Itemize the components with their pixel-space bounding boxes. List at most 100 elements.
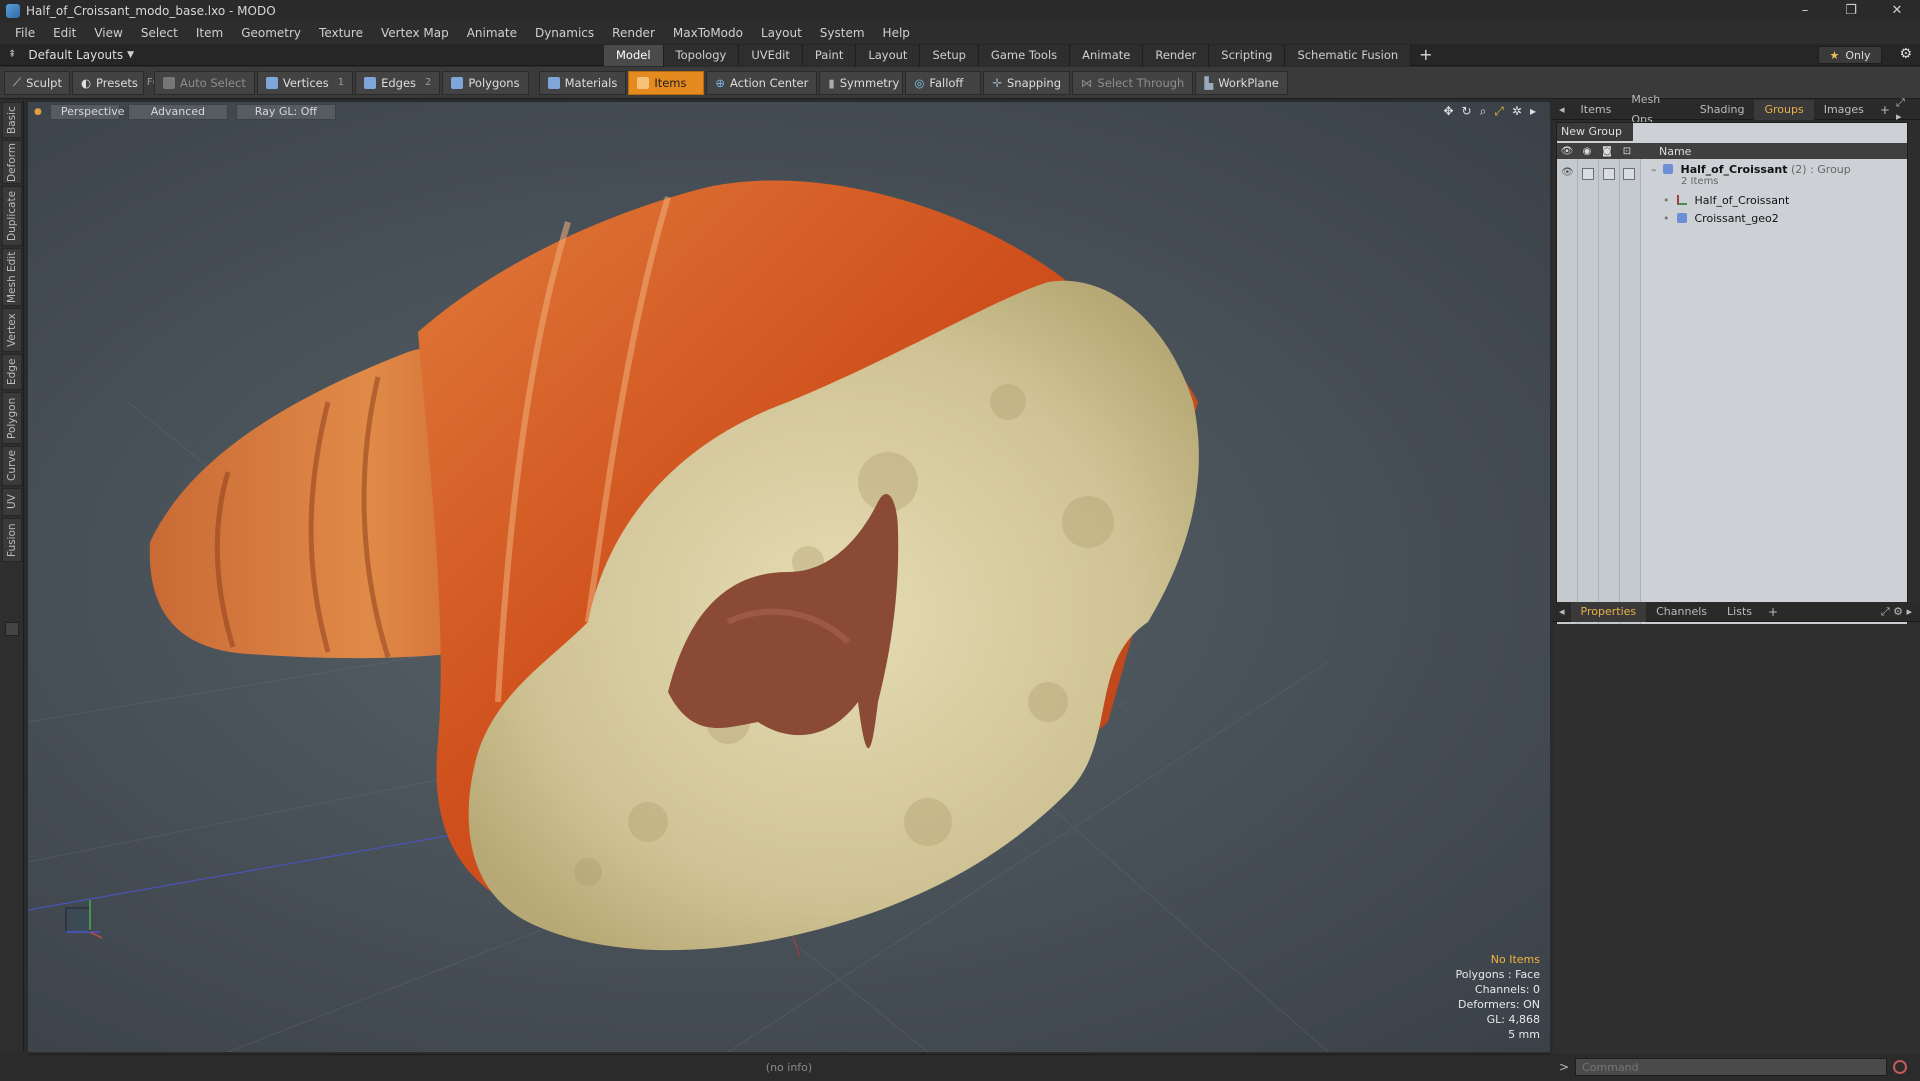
minimize-button[interactable]: –	[1782, 0, 1828, 22]
rotate-icon[interactable]: ↻	[1462, 104, 1472, 119]
tab-model[interactable]: Model	[604, 45, 664, 66]
group-child-row[interactable]: • Croissant_geo2	[1557, 209, 1907, 227]
presets-button[interactable]: ◐ Presets F6	[72, 70, 159, 95]
panel-expand-icon[interactable]: ⤢ ▸	[1896, 96, 1920, 123]
menu-texture[interactable]: Texture	[310, 22, 372, 44]
vtab-deform[interactable]: Deform	[2, 140, 22, 184]
select-through-button[interactable]: ⋈ Select Through	[1072, 70, 1194, 95]
tab-channels[interactable]: Channels	[1646, 602, 1717, 622]
menu-system[interactable]: System	[811, 22, 874, 44]
tab-images[interactable]: Images	[1814, 100, 1874, 120]
only-toggle-button[interactable]: ★ Only	[1818, 46, 1882, 64]
tab-setup[interactable]: Setup	[920, 45, 979, 66]
panel-menu-icon[interactable]: ◂	[1553, 103, 1571, 116]
props-expand-icon[interactable]: ⤢ ⚙ ▸	[1881, 605, 1920, 619]
falloff-button[interactable]: ◎ Falloff	[905, 70, 982, 95]
tab-scripting[interactable]: Scripting	[1209, 45, 1286, 66]
vtab-polygon[interactable]: Polygon	[2, 392, 22, 444]
shading-dropdown[interactable]: Advanced	[127, 104, 228, 120]
props-menu-icon[interactable]: ◂	[1553, 605, 1571, 618]
tab-schematic-fusion[interactable]: Schematic Fusion	[1285, 45, 1412, 66]
polygons-button[interactable]: Polygons	[442, 70, 529, 95]
tab-paint[interactable]: Paint	[802, 45, 857, 66]
tab-render[interactable]: Render	[1143, 45, 1210, 66]
add-panel-tab-icon[interactable]: +	[1874, 103, 1896, 117]
tab-animate[interactable]: Animate	[1070, 45, 1144, 66]
toolbox-toggle[interactable]	[5, 622, 19, 636]
edges-button[interactable]: Edges 2	[355, 70, 441, 95]
menu-select[interactable]: Select	[132, 22, 187, 44]
vtab-mesh-edit[interactable]: Mesh Edit	[2, 248, 22, 306]
restore-button[interactable]: ❐	[1828, 0, 1874, 22]
tab-shading[interactable]: Shading	[1690, 100, 1755, 120]
raygl-dropdown[interactable]: Ray GL: Off	[235, 104, 336, 120]
menu-layout[interactable]: Layout	[752, 22, 811, 44]
vtab-curve[interactable]: Curve	[2, 446, 22, 486]
collapse-arrow-icon[interactable]: ⇞	[8, 49, 16, 60]
render-column-icon[interactable]: ◉	[1577, 146, 1597, 157]
name-column-header[interactable]: Name	[1659, 145, 1691, 158]
materials-button[interactable]: Materials	[538, 70, 627, 95]
expand-minus-icon[interactable]: –	[1651, 163, 1657, 176]
pan-icon[interactable]: ✥	[1443, 104, 1453, 119]
expand-arrow-icon[interactable]: ▸	[1530, 104, 1536, 119]
add-tab-icon[interactable]: +	[1419, 44, 1432, 66]
vtab-basic[interactable]: Basic	[2, 102, 22, 138]
menu-view[interactable]: View	[85, 22, 131, 44]
menu-geometry[interactable]: Geometry	[232, 22, 310, 44]
group-row[interactable]: 👁 – Half_of_Croissant (2) : Group 2 Item…	[1557, 163, 1907, 189]
menu-dynamics[interactable]: Dynamics	[526, 22, 603, 44]
viewport-settings-icon[interactable]: ✲	[1512, 104, 1522, 119]
tab-topology[interactable]: Topology	[663, 45, 740, 66]
menu-help[interactable]: Help	[874, 22, 919, 44]
fit-icon[interactable]: ⤢	[1494, 104, 1504, 119]
menu-maxtomodo[interactable]: MaxToModo	[664, 22, 752, 44]
lock-column-icon[interactable]: ◙	[1597, 146, 1617, 157]
viewport-scene	[28, 180, 1329, 1052]
vtab-vertex[interactable]: Vertex	[2, 308, 22, 352]
symmetry-button[interactable]: ▮ Symmetry	[819, 70, 904, 95]
menu-edit[interactable]: Edit	[44, 22, 85, 44]
lock-toggle[interactable]	[1603, 168, 1615, 180]
record-macro-icon[interactable]	[1893, 1060, 1908, 1074]
visibility-column-icon[interactable]: 👁	[1557, 146, 1577, 157]
vtab-duplicate[interactable]: Duplicate	[2, 186, 22, 246]
vertices-button[interactable]: Vertices 1	[256, 70, 354, 95]
auto-select-button[interactable]: Auto Select	[154, 70, 255, 95]
vtab-edge[interactable]: Edge	[2, 354, 22, 390]
menu-file[interactable]: File	[6, 22, 44, 44]
visibility-eye-icon[interactable]: 👁	[1561, 167, 1574, 178]
items-button[interactable]: Items	[628, 70, 705, 95]
layout-preset-dropdown[interactable]: ⇞ Default Layouts ▼	[0, 48, 600, 62]
action-center-button[interactable]: ⊕ Action Center	[706, 70, 818, 95]
menu-animate[interactable]: Animate	[458, 22, 526, 44]
menu-vertex-map[interactable]: Vertex Map	[372, 22, 458, 44]
command-input[interactable]	[1575, 1058, 1888, 1076]
view-type-dropdown[interactable]: Perspective	[49, 104, 125, 120]
gear-icon[interactable]: ⚙	[1899, 46, 1912, 62]
snapping-button[interactable]: ✛ Snapping	[983, 70, 1071, 95]
vtab-fusion[interactable]: Fusion	[2, 518, 22, 562]
tab-layout[interactable]: Layout	[856, 45, 921, 66]
3d-viewport[interactable]: ● Perspective Advanced Ray GL: Off ✥ ↻ ⌕…	[28, 102, 1550, 1052]
sculpt-button[interactable]: ⟋ Sculpt	[4, 70, 70, 95]
new-group-button[interactable]: New Group	[1557, 123, 1633, 141]
select-toggle[interactable]	[1623, 168, 1635, 180]
viewport-menu-icon[interactable]: ●	[34, 107, 42, 117]
tab-game-tools[interactable]: Game Tools	[978, 45, 1071, 66]
zoom-icon[interactable]: ⌕	[1480, 104, 1487, 119]
menu-render[interactable]: Render	[603, 22, 664, 44]
add-props-tab-icon[interactable]: +	[1762, 605, 1784, 619]
tab-items[interactable]: Items	[1571, 100, 1622, 120]
tab-properties[interactable]: Properties	[1570, 601, 1647, 622]
tab-groups[interactable]: Groups	[1754, 99, 1814, 120]
tab-uvedit[interactable]: UVEdit	[739, 45, 803, 66]
group-child-row[interactable]: • Half_of_Croissant	[1557, 191, 1907, 209]
vtab-uv[interactable]: UV	[2, 488, 22, 516]
tab-lists[interactable]: Lists	[1717, 602, 1762, 622]
close-button[interactable]: ✕	[1874, 0, 1920, 22]
render-toggle[interactable]	[1582, 168, 1594, 180]
menu-item[interactable]: Item	[187, 22, 232, 44]
workplane-button[interactable]: ▙ WorkPlane	[1195, 70, 1288, 95]
select-column-icon[interactable]: ⊡	[1617, 146, 1637, 157]
